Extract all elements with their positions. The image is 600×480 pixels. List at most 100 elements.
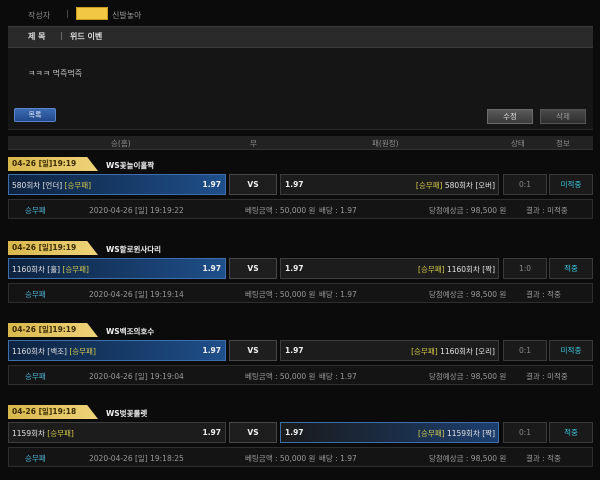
info-bet-type: 승무패 [25, 372, 46, 381]
away-label: [승무패] 580회차 [오버] [416, 180, 495, 191]
info-odds: 배당 : 1.97 [319, 454, 357, 463]
info-result: 결과 : 미적중 [526, 206, 568, 215]
away-label: [승무패] 1160회차 [짝] [418, 264, 495, 275]
column-status: 상태 [511, 139, 525, 148]
away-label: [승무패] 1160회차 [오리] [411, 346, 495, 357]
info-payout: 당첨예상금 : 98,500 원 [429, 372, 507, 381]
bet-info-row: 승무패 2020-04-26 [일] 19:18:25 베팅금액 : 50,00… [8, 447, 593, 467]
info-payout: 당첨예상금 : 98,500 원 [429, 454, 507, 463]
away-name: 1160회차 [오리] [440, 347, 495, 356]
bet-block: 04-26 [일]19:19 WS꽃놀이홀짝 580회차 [언더] [승무패] … [8, 152, 593, 225]
bet-column-header: 승(홈) 무 패(원정) 상태 정보 [8, 136, 593, 150]
edit-button[interactable]: 수정 [487, 109, 533, 124]
home-name: 580회차 [언더] [12, 181, 63, 190]
info-bet-type: 승무패 [25, 206, 46, 215]
away-bet-type: [승무패] [415, 181, 443, 190]
home-bet-type: [승무패] [47, 429, 74, 438]
away-bet-type: [승무패] [418, 265, 445, 274]
bet-info-row: 승무패 2020-04-26 [일] 19:19:22 베팅금액 : 50,00… [8, 199, 593, 219]
author-row: 작성자 | 신발놓아 [8, 0, 593, 26]
game-name: WS백조의호수 [106, 327, 155, 336]
game-name: WS할로윈사다리 [106, 245, 162, 254]
home-odds: 1.97 [202, 264, 221, 273]
score-box: 0:1 [503, 340, 547, 361]
bet-date: 04-26 [일]19:19 [8, 157, 98, 171]
info-odds: 배당 : 1.97 [319, 206, 357, 215]
bet-info-row: 승무패 2020-04-26 [일] 19:19:04 베팅금액 : 50,00… [8, 365, 593, 385]
title-separator: | [60, 31, 63, 40]
author-separator: | [66, 9, 69, 18]
away-bet-type: [승무패] [418, 429, 445, 438]
score-box: 1:0 [503, 258, 547, 279]
away-name: 1160회차 [짝] [446, 265, 495, 274]
away-odds: 1.97 [285, 264, 304, 273]
game-name: WS벚꽃룰렛 [106, 409, 148, 418]
bet-date: 04-26 [일]19:18 [8, 405, 98, 419]
home-name: 1159회차 [12, 429, 45, 438]
info-time: 2020-04-26 [일] 19:19:22 [89, 206, 184, 215]
info-time: 2020-04-26 [일] 19:19:04 [89, 372, 184, 381]
column-away: 패(원정) [372, 139, 399, 148]
title-row: 제 목 | 위드 이벤 [8, 26, 593, 48]
home-name: 1160회차 [홀] [12, 265, 61, 274]
home-label: 1160회차 [홀] [승무패] [12, 264, 89, 275]
status-button[interactable]: 적중 [549, 258, 593, 279]
home-option[interactable]: 1160회차 [백조] [승무패] 1.97 [8, 340, 226, 361]
away-option[interactable]: 1.97 [승무패] 580회차 [오버] [280, 174, 499, 195]
info-time: 2020-04-26 [일] 19:18:25 [89, 454, 184, 463]
bet-row: 1160회차 [백조] [승무패] 1.97 VS 1.97 [승무패] 116… [8, 340, 593, 361]
bet-info-row: 승무패 2020-04-26 [일] 19:19:14 베팅금액 : 50,00… [8, 283, 593, 303]
away-name: 1159회차 [짝] [446, 429, 495, 438]
list-button[interactable]: 목록 [14, 108, 56, 122]
bet-block: 04-26 [일]19:18 WS벚꽃룰렛 1159회차 [승무패] 1.97 … [8, 400, 593, 473]
bet-date: 04-26 [일]19:19 [8, 323, 98, 337]
info-amount: 베팅금액 : 50,000 원 [245, 290, 316, 299]
info-bet-type: 승무패 [25, 454, 46, 463]
home-name: 1160회차 [백조] [12, 347, 67, 356]
author-label: 작성자 [28, 11, 51, 20]
home-bet-type: [승무패] [62, 265, 89, 274]
info-amount: 베팅금액 : 50,000 원 [245, 372, 316, 381]
info-odds: 배당 : 1.97 [319, 372, 357, 381]
info-bet-type: 승무패 [25, 290, 46, 299]
post-body-text: ㅋㅋㅋ 먹즉먹즉 [28, 69, 83, 78]
vs-box: VS [229, 340, 277, 361]
home-odds: 1.97 [202, 428, 221, 437]
info-odds: 배당 : 1.97 [319, 290, 357, 299]
game-name: WS꽃놀이홀짝 [106, 161, 155, 170]
home-option[interactable]: 1159회차 [승무패] 1.97 [8, 422, 226, 443]
bet-row: 580회차 [언더] [승무패] 1.97 VS 1.97 [승무패] 580회… [8, 174, 593, 195]
bet-block: 04-26 [일]19:19 WS할로윈사다리 1160회차 [홀] [승무패]… [8, 236, 593, 309]
column-info: 정보 [556, 139, 570, 148]
home-odds: 1.97 [202, 180, 221, 189]
home-label: 580회차 [언더] [승무패] [12, 180, 91, 191]
status-button[interactable]: 미적중 [549, 174, 593, 195]
status-button[interactable]: 적중 [549, 422, 593, 443]
away-option[interactable]: 1.97 [승무패] 1160회차 [짝] [280, 258, 499, 279]
info-result: 결과 : 적중 [526, 454, 561, 463]
status-button[interactable]: 미적중 [549, 340, 593, 361]
score-box: 0:1 [503, 174, 547, 195]
home-option[interactable]: 580회차 [언더] [승무패] 1.97 [8, 174, 226, 195]
away-option[interactable]: 1.97 [승무패] 1159회차 [짝] [280, 422, 499, 443]
info-result: 결과 : 미적중 [526, 372, 568, 381]
away-option[interactable]: 1.97 [승무패] 1160회차 [오리] [280, 340, 499, 361]
home-label: 1160회차 [백조] [승무패] [12, 346, 96, 357]
column-home: 승(홈) [111, 139, 131, 148]
away-odds: 1.97 [285, 428, 304, 437]
post-title: 위드 이벤 [70, 32, 103, 41]
home-bet-type: [승무패] [64, 181, 92, 190]
author-level-badge [76, 7, 108, 20]
bet-row: 1159회차 [승무패] 1.97 VS 1.97 [승무패] 1159회차 [… [8, 422, 593, 443]
bet-date: 04-26 [일]19:19 [8, 241, 98, 255]
bet-block: 04-26 [일]19:19 WS백조의호수 1160회차 [백조] [승무패]… [8, 318, 593, 391]
delete-button[interactable]: 삭제 [540, 109, 586, 124]
vs-box: VS [229, 258, 277, 279]
score-box: 0:1 [503, 422, 547, 443]
bet-row: 1160회차 [홀] [승무패] 1.97 VS 1.97 [승무패] 1160… [8, 258, 593, 279]
home-label: 1159회차 [승무패] [12, 428, 74, 439]
home-option[interactable]: 1160회차 [홀] [승무패] 1.97 [8, 258, 226, 279]
home-odds: 1.97 [202, 346, 221, 355]
title-label: 제 목 [28, 32, 46, 41]
away-label: [승무패] 1159회차 [짝] [418, 428, 495, 439]
